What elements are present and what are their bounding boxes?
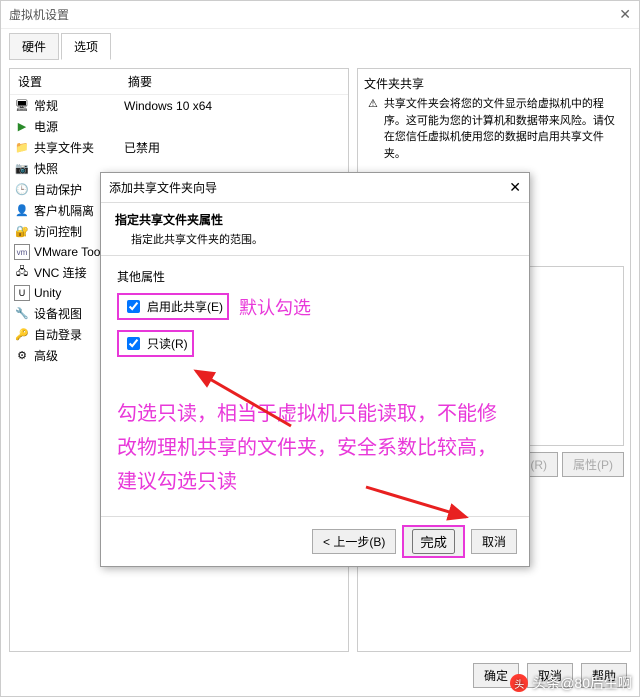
vmware-icon: vm <box>14 244 30 260</box>
enable-share-checkbox[interactable]: 启用此共享(E) <box>119 295 227 318</box>
tab-options[interactable]: 选项 <box>61 33 111 60</box>
wizard-close-icon[interactable]: ✕ <box>509 179 521 196</box>
tab-strip: 硬件 选项 <box>1 29 639 60</box>
list-item-shared-folders[interactable]: 📁共享文件夹已禁用 <box>10 137 348 158</box>
section-title: 文件夹共享 <box>364 75 624 92</box>
folder-icon: 📁 <box>14 140 30 156</box>
warning-box: ⚠ 共享文件夹会将您的文件显示给虚拟机中的程序。这可能为您的计算机和数据带来风险… <box>364 96 624 162</box>
wizard-subheading: 指定此共享文件夹的范围。 <box>131 231 515 247</box>
back-button[interactable]: < 上一步(B) <box>312 529 396 554</box>
lock-icon: 🔐 <box>14 224 30 240</box>
warning-text: 共享文件夹会将您的文件显示给虚拟机中的程序。这可能为您的计算机和数据带来风险。请… <box>384 96 624 162</box>
wizard-body: 其他属性 启用此共享(E) 默认勾选 只读(R) 勾选只读，相当于虚拟机只能读取… <box>101 256 529 516</box>
readonly-input[interactable] <box>127 337 140 350</box>
clock-icon: 🕒 <box>14 182 30 198</box>
other-attrs-label: 其他属性 <box>117 268 513 285</box>
warning-icon: ⚠ <box>368 96 378 162</box>
wrench-icon: 🔧 <box>14 306 30 322</box>
add-shared-folder-wizard: 添加共享文件夹向导 ✕ 指定共享文件夹属性 指定此共享文件夹的范围。 其他属性 … <box>100 172 530 567</box>
watermark-text: 头条@80后生啊 <box>532 673 632 693</box>
readonly-highlight: 只读(R) <box>117 330 194 357</box>
list-header: 设置 摘要 <box>10 69 348 95</box>
arrow-finish-icon <box>361 482 481 522</box>
wizard-footer: < 上一步(B) 完成 取消 <box>101 516 529 566</box>
watermark: 头 头条@80后生啊 <box>510 673 632 693</box>
list-item-power[interactable]: ▶电源 <box>10 116 348 137</box>
titlebar: 虚拟机设置 ✕ <box>1 1 639 29</box>
tab-hardware[interactable]: 硬件 <box>9 33 59 60</box>
network-icon: 🖧 <box>14 265 30 281</box>
readonly-checkbox[interactable]: 只读(R) <box>119 332 192 355</box>
gear-icon: ⚙ <box>14 348 30 364</box>
camera-icon: 📷 <box>14 161 30 177</box>
wizard-header: 指定共享文件夹属性 指定此共享文件夹的范围。 <box>101 203 529 256</box>
wizard-heading: 指定共享文件夹属性 <box>115 211 515 228</box>
play-icon: ▶ <box>14 119 30 135</box>
close-icon[interactable]: ✕ <box>619 6 631 23</box>
wizard-cancel-button[interactable]: 取消 <box>471 529 517 554</box>
finish-button[interactable]: 完成 <box>412 529 455 554</box>
finish-highlight: 完成 <box>402 525 465 558</box>
header-setting: 设置 <box>10 69 120 94</box>
desktop-icon: 🖥 <box>14 98 30 114</box>
enable-share-input[interactable] <box>127 300 140 313</box>
enable-share-highlight: 启用此共享(E) <box>117 293 229 320</box>
annotation-default-checked: 默认勾选 <box>239 294 311 320</box>
key-icon: 🔑 <box>14 327 30 343</box>
wizard-title-text: 添加共享文件夹向导 <box>109 179 217 196</box>
user-icon: 👤 <box>14 203 30 219</box>
wizard-titlebar: 添加共享文件夹向导 ✕ <box>101 173 529 203</box>
list-item-general[interactable]: 🖥常规Windows 10 x64 <box>10 95 348 116</box>
watermark-icon: 头 <box>510 674 528 692</box>
unity-icon: U <box>14 285 30 301</box>
properties-button[interactable]: 属性(P) <box>562 452 624 477</box>
header-summary: 摘要 <box>120 69 348 94</box>
window-title: 虚拟机设置 <box>9 6 69 23</box>
